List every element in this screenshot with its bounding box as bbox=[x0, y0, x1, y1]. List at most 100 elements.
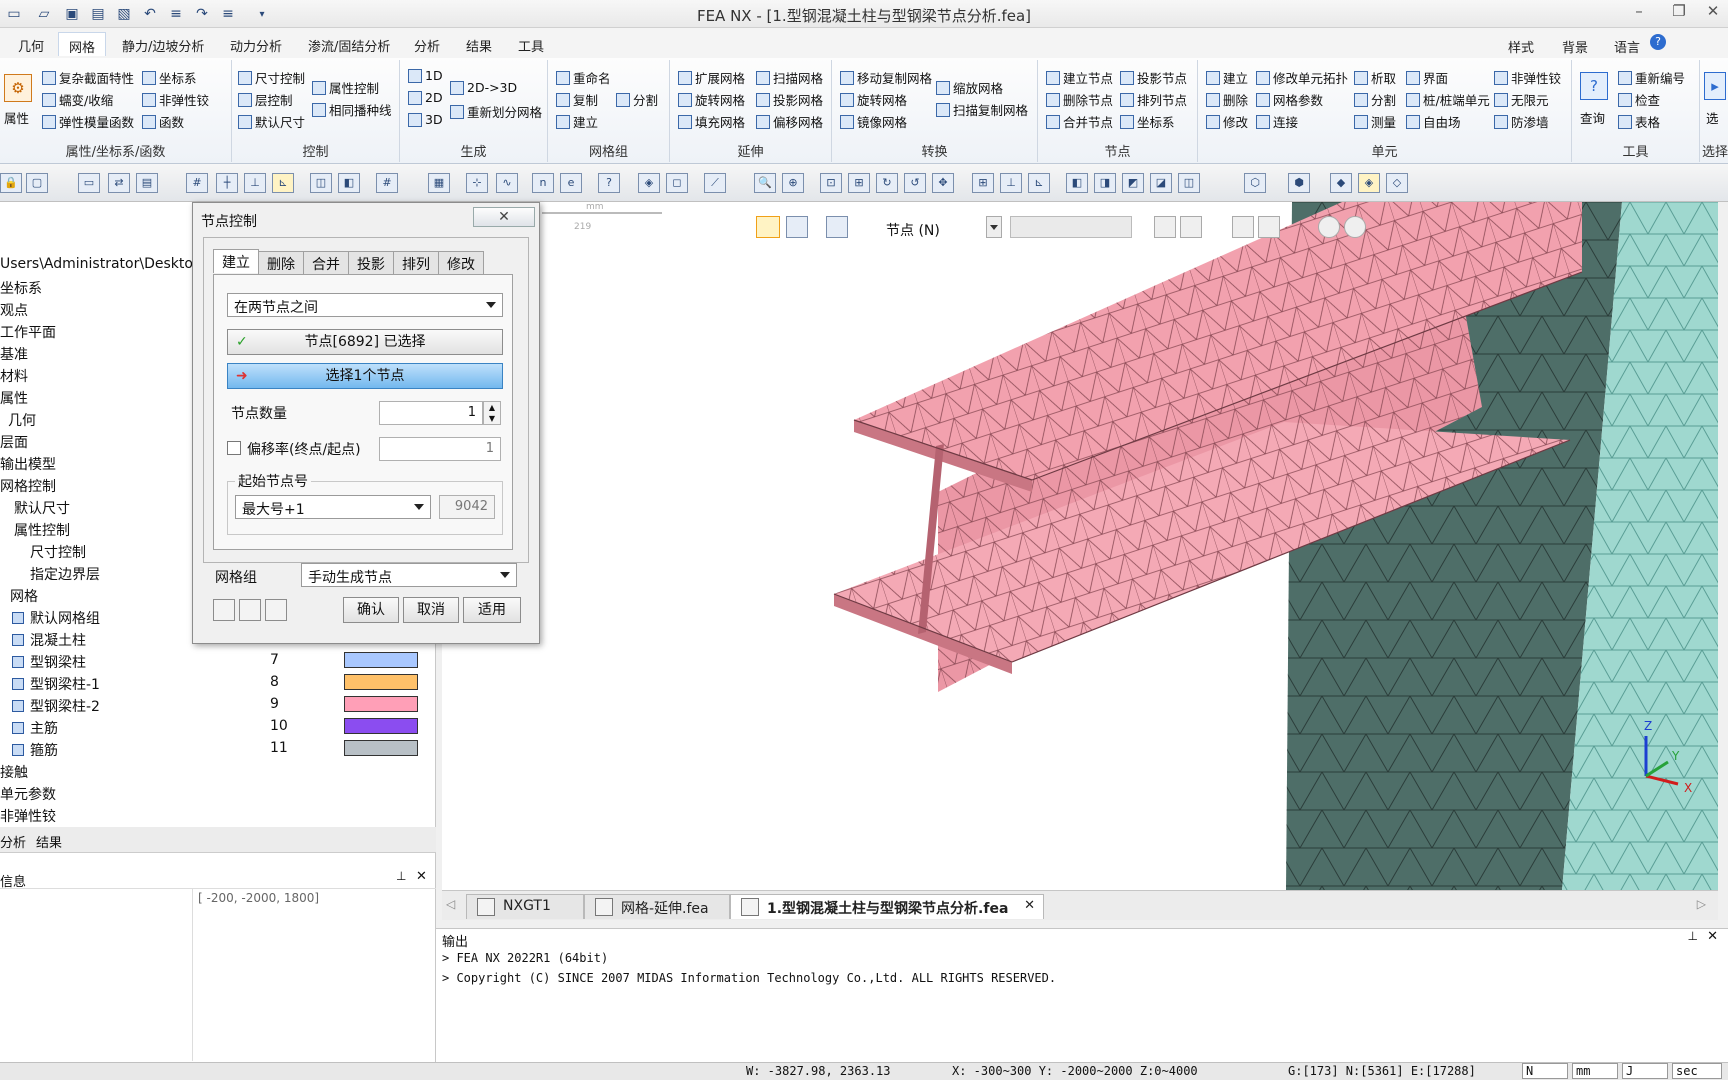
frame-icon[interactable]: ◻ bbox=[666, 173, 688, 193]
sweep-copy-mesh-button[interactable]: 扫描复制网格 bbox=[936, 100, 1028, 119]
zoom-icon[interactable]: 🔍 bbox=[754, 173, 776, 193]
swap-icon[interactable]: ⇄ bbox=[108, 173, 130, 193]
apply-button[interactable]: 适用 bbox=[463, 597, 521, 623]
view-grid-icon[interactable]: ⊞ bbox=[972, 173, 994, 193]
select-window-icon[interactable] bbox=[786, 216, 808, 238]
tree-item-geometry[interactable]: 几何 bbox=[8, 410, 36, 430]
node-view-icon[interactable]: ◧ bbox=[338, 173, 360, 193]
select-mode-icon[interactable] bbox=[826, 216, 848, 238]
pile-element-button[interactable]: 桩/桩端单元 bbox=[1406, 90, 1490, 109]
grid-icon[interactable]: # bbox=[186, 173, 208, 193]
method-select[interactable]: 在两节点之间 bbox=[227, 293, 503, 317]
view-tool-1-icon[interactable] bbox=[1154, 216, 1176, 238]
mesh-group-item[interactable]: 主筋 bbox=[12, 718, 58, 738]
copy-group-button[interactable]: 复制 bbox=[556, 90, 598, 109]
tab-create[interactable]: 建立 bbox=[213, 249, 259, 273]
delete-element-button[interactable]: 删除 bbox=[1206, 90, 1248, 109]
mesh-group-color[interactable] bbox=[344, 696, 418, 712]
rename-button[interactable]: 重命名 bbox=[556, 68, 611, 87]
tab-results[interactable]: 结果 bbox=[456, 32, 502, 56]
mesh-group-item[interactable]: 默认网格组 bbox=[12, 608, 100, 628]
pin-icon[interactable]: ⊥ bbox=[396, 869, 406, 883]
tree-item-hinge[interactable]: 非弹性铰 bbox=[0, 806, 56, 826]
start-mode-select[interactable]: 最大号+1 bbox=[235, 495, 431, 519]
tab-static-analysis[interactable]: 静力/边坡分析 bbox=[112, 32, 214, 56]
background-menu[interactable]: 背景 bbox=[1562, 37, 1588, 56]
select-icon[interactable]: ▸ bbox=[1704, 72, 1726, 100]
mesh-group-color[interactable] bbox=[344, 740, 418, 756]
mesh-group-item[interactable]: 箍筋 bbox=[12, 740, 58, 760]
view-tool-4-icon[interactable] bbox=[1258, 216, 1280, 238]
doc-tab-close-icon[interactable]: ✕ bbox=[1024, 898, 1035, 913]
extract-button[interactable]: 析取 bbox=[1354, 68, 1396, 87]
project-mesh-button[interactable]: 投影网格 bbox=[756, 90, 823, 109]
rotate-view-2-icon[interactable]: ↺ bbox=[904, 173, 926, 193]
shade-edge-icon[interactable]: ◈ bbox=[1358, 173, 1380, 193]
mesh-2d-to-3d-button[interactable]: 2D->3D bbox=[450, 80, 517, 95]
create-group-button[interactable]: 建立 bbox=[556, 112, 598, 131]
view-top-icon[interactable]: ◫ bbox=[1178, 173, 1200, 193]
help-icon[interactable]: ? bbox=[1650, 34, 1666, 50]
property-icon[interactable]: ⚙ bbox=[4, 74, 32, 102]
mesh-group-select[interactable]: 手动生成节点 bbox=[301, 563, 517, 587]
free-field-button[interactable]: 自由场 bbox=[1406, 112, 1461, 131]
node-count-spinner[interactable]: ▲ ▼ bbox=[483, 401, 501, 425]
mesh-group-item[interactable]: 型钢梁柱-2 bbox=[12, 696, 100, 716]
view-right-icon[interactable]: ◪ bbox=[1150, 173, 1172, 193]
length-unit-select[interactable]: mm bbox=[1572, 1063, 1618, 1079]
revolve-mesh-button[interactable]: 旋转网格 bbox=[678, 90, 745, 109]
inelastic-hinge-button[interactable]: 非弹性铰 bbox=[142, 90, 209, 109]
time-unit-select[interactable]: sec bbox=[1672, 1063, 1722, 1079]
view-front-icon[interactable]: ◧ bbox=[1066, 173, 1088, 193]
workplane-icon[interactable]: ┼ bbox=[216, 173, 238, 193]
arrange-node-button[interactable]: 排列节点 bbox=[1120, 90, 1187, 109]
query-button[interactable]: 查询 bbox=[1580, 108, 1605, 127]
tree-item-mesh-control[interactable]: 网格控制 bbox=[0, 476, 56, 496]
infinite-element-button[interactable]: 无限元 bbox=[1494, 90, 1549, 109]
layer-control-button[interactable]: 层控制 bbox=[238, 90, 293, 109]
offset-ratio-checkbox[interactable] bbox=[227, 441, 241, 455]
tree-item-property-control[interactable]: 属性控制 bbox=[14, 520, 70, 540]
merge-node-button[interactable]: 合并节点 bbox=[1046, 112, 1113, 131]
split-element-button[interactable]: 分割 bbox=[1354, 90, 1396, 109]
energy-unit-select[interactable]: J bbox=[1622, 1063, 1668, 1079]
ok-button[interactable]: 确认 bbox=[343, 597, 399, 623]
fit-icon[interactable]: ⊡ bbox=[820, 173, 842, 193]
lock-all-icon[interactable]: ▢ bbox=[26, 173, 48, 193]
tab-merge[interactable]: 合并 bbox=[303, 251, 349, 275]
tree-item-contact[interactable]: 接触 bbox=[0, 762, 28, 782]
model-viewport[interactable]: Z Y X 节点 (N) mm 219 bbox=[442, 202, 1718, 890]
tab-seepage[interactable]: 渗流/固结分析 bbox=[298, 32, 400, 56]
select-button[interactable]: 选 bbox=[1706, 108, 1719, 127]
force-unit-select[interactable]: N bbox=[1522, 1063, 1568, 1079]
close-icon[interactable]: ✕ bbox=[1698, 2, 1728, 24]
tree-item-layer[interactable]: 层面 bbox=[0, 432, 28, 452]
tree-item-workplane[interactable]: 工作平面 bbox=[0, 322, 56, 342]
curve-icon[interactable]: ∿ bbox=[496, 173, 518, 193]
table-tool-icon[interactable] bbox=[213, 599, 235, 621]
zoom-window-icon[interactable]: ⊕ bbox=[782, 173, 804, 193]
size-control-button[interactable]: 尺寸控制 bbox=[238, 68, 305, 87]
start-number-input[interactable]: 9042 bbox=[439, 495, 495, 519]
cutoff-wall-button[interactable]: 防渗墙 bbox=[1494, 112, 1549, 131]
style-menu[interactable]: 样式 bbox=[1508, 37, 1534, 56]
renumber-button[interactable]: 重新编号 bbox=[1618, 68, 1685, 87]
mesh-group-item[interactable]: 混凝土柱 bbox=[12, 630, 86, 650]
filter-icon[interactable]: ▤ bbox=[136, 173, 158, 193]
eraser-tool-icon[interactable] bbox=[239, 599, 261, 621]
function-button[interactable]: 函数 bbox=[142, 112, 184, 131]
mesh-group-color[interactable] bbox=[344, 718, 418, 734]
wire-view-icon[interactable]: ⬢ bbox=[1288, 173, 1310, 193]
fill-mesh-button[interactable]: 填充网格 bbox=[678, 112, 745, 131]
rotate-view-icon[interactable]: ↻ bbox=[876, 173, 898, 193]
tree-item-size-control[interactable]: 尺寸控制 bbox=[30, 542, 86, 562]
mesh-group-color[interactable] bbox=[344, 652, 418, 668]
snap-icon[interactable]: ⊥ bbox=[244, 173, 266, 193]
node-count-input[interactable]: 1 bbox=[379, 401, 483, 425]
mirror-mesh-button[interactable]: 镜像网格 bbox=[840, 112, 907, 131]
view-tool-3-icon[interactable] bbox=[1232, 216, 1254, 238]
query-tool-icon[interactable]: ? bbox=[598, 173, 620, 193]
cancel-button[interactable]: 取消 bbox=[403, 597, 459, 623]
same-seed-line-button[interactable]: 相同播种线 bbox=[312, 100, 392, 119]
view-back-icon[interactable]: ◨ bbox=[1094, 173, 1116, 193]
